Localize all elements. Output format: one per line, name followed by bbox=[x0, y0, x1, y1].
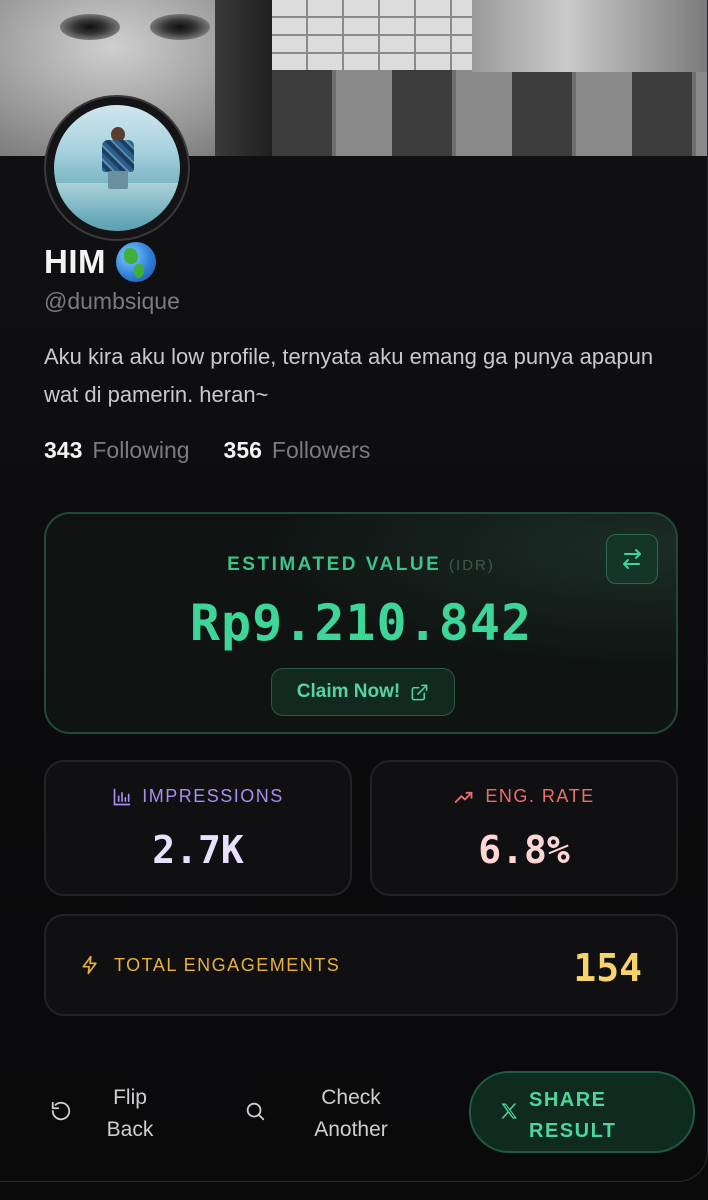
name-row: HIM bbox=[44, 242, 156, 282]
bar-chart-icon bbox=[113, 788, 131, 805]
external-link-icon bbox=[411, 684, 428, 700]
value-amount: Rp9.210.842 bbox=[189, 594, 533, 652]
rotate-ccw-icon bbox=[51, 1101, 71, 1121]
currency-unit: (IDR) bbox=[449, 557, 495, 574]
followers-stat[interactable]: 356 Followers bbox=[224, 437, 371, 464]
flip-label-line2: Back bbox=[106, 1118, 154, 1141]
eng-rate-label: ENG. RATE bbox=[485, 786, 595, 806]
claim-now-button[interactable]: Claim Now! bbox=[271, 668, 455, 716]
total-engagements-value: 154 bbox=[573, 946, 642, 990]
following-label: Following bbox=[92, 437, 190, 463]
profile-card: HIM @dumbsique Aku kira aku low profile,… bbox=[0, 0, 708, 1182]
following-count: 343 bbox=[44, 437, 83, 463]
globe-icon bbox=[116, 242, 156, 282]
total-engagements-card: TOTAL ENGAGEMENTS 154 bbox=[44, 914, 678, 1016]
value-label: ESTIMATED VALUE (IDR) bbox=[227, 554, 495, 575]
share-label-line1: SHARE bbox=[529, 1089, 607, 1111]
check-another-button[interactable]: Check Another bbox=[244, 1078, 444, 1148]
impressions-label: IMPRESSIONS bbox=[142, 786, 284, 806]
impressions-card: IMPRESSIONS 2.7K bbox=[44, 760, 352, 896]
x-logo-icon bbox=[501, 1103, 517, 1119]
engagement-rate-card: ENG. RATE 6.8% bbox=[370, 760, 678, 896]
eng-rate-value: 6.8% bbox=[478, 828, 570, 872]
share-result-button[interactable]: SHARE RESULT bbox=[469, 1071, 695, 1153]
profile-handle: @dumbsique bbox=[44, 288, 180, 314]
profile-name: HIM bbox=[44, 243, 106, 280]
avatar bbox=[44, 95, 190, 241]
avatar-photo bbox=[54, 105, 180, 231]
flip-back-button[interactable]: Flip Back bbox=[50, 1078, 250, 1148]
followers-count: 356 bbox=[223, 437, 262, 463]
followers-label: Followers bbox=[271, 437, 371, 463]
total-engagements-label: TOTAL ENGAGEMENTS bbox=[114, 954, 341, 975]
claim-label: Claim Now! bbox=[296, 681, 401, 702]
estimated-value-card: ESTIMATED VALUE (IDR) Rp9.210.842 Claim … bbox=[44, 512, 678, 734]
lightning-icon bbox=[82, 955, 97, 975]
profile-bio: Aku kira aku low profile, ternyata aku e… bbox=[44, 344, 654, 407]
flip-label-line1: Flip bbox=[113, 1086, 147, 1109]
follow-stats: 343 Following 356 Followers bbox=[44, 437, 370, 464]
search-icon bbox=[246, 1102, 265, 1121]
trending-up-icon bbox=[455, 791, 473, 803]
impressions-value: 2.7K bbox=[152, 828, 244, 872]
check-label-line2: Another bbox=[314, 1118, 388, 1141]
following-stat[interactable]: 343 Following bbox=[44, 437, 190, 464]
share-label-line2: RESULT bbox=[529, 1120, 617, 1142]
check-label-line1: Check bbox=[321, 1086, 381, 1109]
